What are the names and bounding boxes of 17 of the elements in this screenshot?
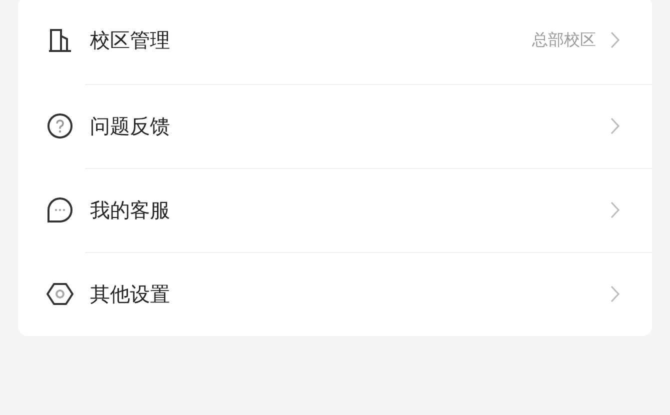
chevron-icon bbox=[610, 117, 620, 135]
menu-label: 我的客服 bbox=[90, 196, 171, 224]
help-icon bbox=[46, 112, 74, 140]
chevron-icon bbox=[610, 285, 620, 303]
menu-item[interactable]: 校区管理 总部校区 bbox=[18, 0, 652, 84]
menu-item[interactable]: 其他设置 bbox=[18, 252, 652, 336]
chevron-icon bbox=[610, 201, 620, 219]
settings-icon bbox=[46, 280, 74, 308]
menu-label: 校区管理 bbox=[90, 26, 171, 54]
menu-label: 问题反馈 bbox=[90, 112, 171, 140]
chevron-icon bbox=[610, 31, 620, 49]
menu-item[interactable]: 我的客服 bbox=[18, 168, 652, 252]
menu-label: 其他设置 bbox=[90, 280, 171, 308]
menu-item[interactable]: 问题反馈 bbox=[18, 84, 652, 168]
menu-value: 总部校区 bbox=[532, 30, 596, 50]
chat-icon bbox=[46, 196, 74, 224]
building-icon bbox=[46, 26, 74, 54]
